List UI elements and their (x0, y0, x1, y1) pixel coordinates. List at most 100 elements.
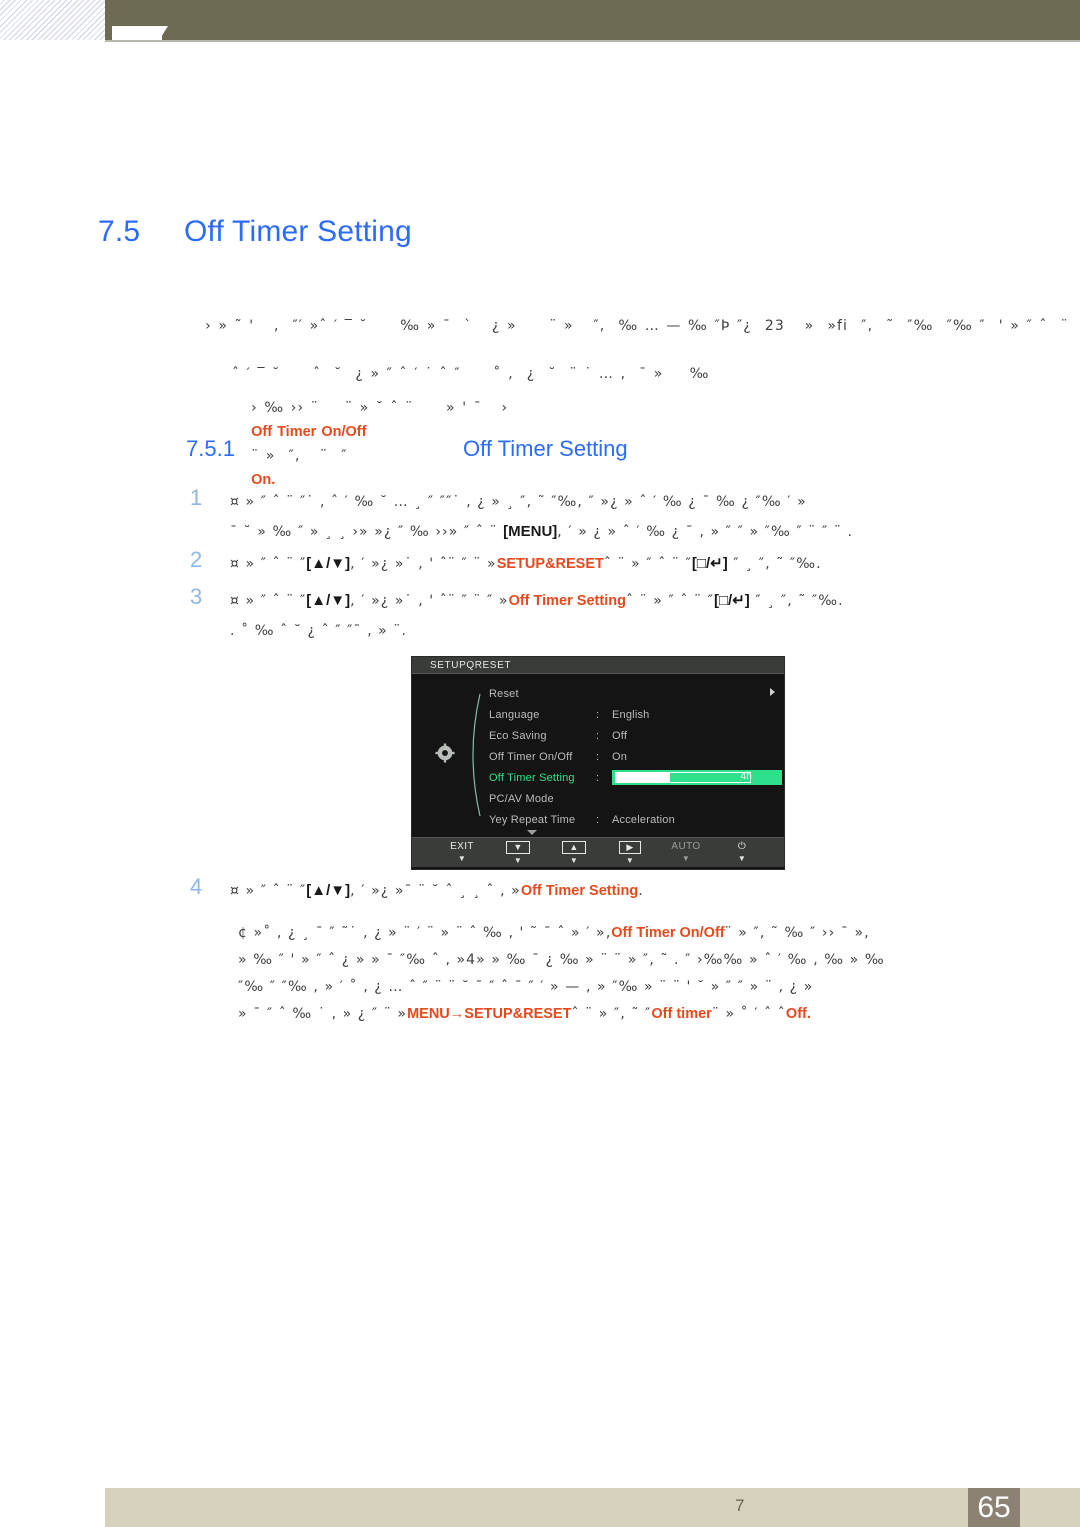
osd-item-value: English (612, 708, 650, 721)
step-number: 3 (190, 584, 203, 609)
off-timer-slider[interactable]: 4h (612, 770, 782, 785)
osd-button-tick: ▼ (569, 856, 579, 865)
osd-button-label: ▲ (562, 841, 586, 854)
osd-item-label: Off Timer On/Off (489, 750, 573, 763)
osd-item-colon: : (596, 708, 600, 721)
osd-item-label: Reset (489, 687, 519, 700)
osd-item-label: Off Timer Setting (489, 771, 575, 784)
osd-item-eco-saving[interactable]: Eco Saving : Off (489, 725, 779, 746)
osd-button-tick: ▼ (625, 856, 635, 865)
slider-fill (616, 773, 671, 782)
slider-value-label: 4h (740, 771, 752, 782)
trailing-note: ¢ »˚ ‚ ¿ ¸ ˉ ″ ˜˙ ‚ ¿ » ¨ ′ ¨ » ¨ ˆ ‰ ‚ … (238, 920, 1078, 1028)
osd-item-key-repeat-time[interactable]: Yey Repeat Time : Acceleration (489, 809, 779, 830)
updown-key-label: [▲/▼] (306, 592, 351, 609)
step-number: 2 (190, 547, 203, 572)
section-title: 7.5.1 Off Timer Setting (186, 436, 628, 462)
step-item: 4 ¤ » ″ ˆ ¨ ″[▲/▼], ′ »¿ »ˉ ¨ ˘ ˆ ¸ ¸ ˆ … (190, 876, 1075, 906)
osd-item-label: Language (489, 708, 540, 721)
osd-button-tick: ▼ (513, 856, 523, 865)
section-title-text: Off Timer Setting (463, 436, 628, 461)
menu-key-label: [MENU] (503, 523, 558, 540)
osd-item-value: On (612, 750, 628, 763)
osd-button-label: ▼ (506, 841, 530, 854)
osd-button-tick: ▼ (681, 854, 691, 863)
osd-curve-divider (472, 693, 481, 817)
osd-item-colon: : (596, 750, 600, 763)
step-text: ¤ » ″ ˆ ¨ ″[▲/▼], ′ »¿ »˙ ‚ ' ˆ¨ ″ ¨ »SE… (230, 549, 1075, 579)
osd-button-label: EXIT (450, 841, 474, 852)
osd-item-list: Reset Language : English Eco Saving : Of… (489, 683, 782, 830)
osd-button-up[interactable]: ▲ ▼ (546, 838, 602, 865)
off-timer-on-off-term: Off Timer On/Off (611, 925, 725, 941)
osd-item-off-timer-setting[interactable]: Off Timer Setting : 4h (489, 767, 782, 788)
osd-item-label: Yey Repeat Time (489, 813, 576, 826)
off-timer-setting-term: Off Timer Setting (520, 883, 639, 899)
off-timer-setting-term: Off Timer Setting (508, 593, 626, 609)
osd-item-reset[interactable]: Reset (489, 683, 779, 704)
section-title-number: 7.5.1 (186, 436, 235, 461)
step-4-post: . (638, 883, 644, 899)
updown-key-label: [▲/▼] (306, 882, 351, 899)
step-2-pre: ¤ » ″ ˆ ¨ ″ (230, 556, 307, 572)
osd-item-colon: : (596, 813, 600, 826)
osd-item-label: PC/AV Mode (489, 792, 554, 805)
osd-button-power[interactable]: ⏻ ▼ (714, 838, 770, 863)
osd-item-label: Eco Saving (489, 729, 547, 742)
osd-menu-screenshot: SETUPQRESET Reset Language : English Eco… (411, 656, 785, 870)
scroll-down-icon[interactable] (527, 830, 537, 835)
footer-chapter-number: 7 (735, 1496, 745, 1515)
intro-line-1: › » ˜ ' ‚ ″′ »ˆ ′ ‾ ˘ ‰ » ˉ ` ¿ » ¨ » ″‚… (205, 318, 1069, 334)
gear-icon (435, 743, 455, 763)
footer-bar (105, 1488, 1080, 1527)
step-text: ¤ » ″ ˆ ¨ ″˙ ‚ ˆ ′ ‰ ˘ … ¸ ″ ″″˙ ‚ ¿ » ¸… (230, 487, 1075, 547)
menu-term: MENU (407, 1006, 450, 1022)
power-icon: ⏻ (737, 841, 747, 852)
note-line-1: ¢ »˚ ‚ ¿ ¸ ˉ ″ ˜˙ ‚ ¿ » ¨ ′ ¨ » ¨ ˆ ‰ ‚ … (238, 920, 1078, 947)
step-number: 4 (190, 874, 203, 899)
header-hatch-decoration (0, 0, 105, 40)
note-line-4-mid-2: ¨ » ˚ ′ ˆ ˆ (711, 1006, 786, 1022)
osd-item-off-timer-on-off[interactable]: Off Timer On/Off : On (489, 746, 779, 767)
osd-button-exit[interactable]: EXIT ▼ (434, 838, 490, 863)
header-shadow (105, 40, 1080, 42)
osd-button-auto[interactable]: AUTO ▼ (658, 838, 714, 863)
intro-note: › ‰ ›› ¨ ¨ » ˘ ˆ ¨ » ' ˉ › Off Timer On/… (238, 372, 1078, 492)
arrow-right-icon: → (449, 1006, 465, 1022)
step-4-pre: ¤ » ″ ˆ ¨ ″ (230, 883, 307, 899)
note-line-4-pre: » ˉ ″ ˆ ‰ ˙ ‚ » ¿ ″ ¨ » (238, 1006, 408, 1022)
osd-item-pc-av-mode[interactable]: PC/AV Mode (489, 688, 779, 809)
step-2-mid-1: , ′ »¿ »˙ ‚ ' ˆ¨ ″ ¨ » (350, 556, 497, 572)
osd-button-enter[interactable]: ▶ ▼ (602, 838, 658, 865)
osd-item-language[interactable]: Language : English (489, 704, 779, 725)
enter-key-label: [□/↵] (691, 555, 728, 572)
step-4-mid-1: , ′ »¿ »ˉ ¨ ˘ ˆ ¸ ¸ ˆ ‚ » (350, 883, 521, 899)
osd-body: Reset Language : English Eco Saving : Of… (412, 674, 784, 837)
step-3-pre: ¤ » ″ ˆ ¨ ″ (230, 593, 307, 609)
note-line-2-pre: » ‰ ″ ' » ″ ˆ ¿ » » ˉ ″‰ ˆ ‚ » (238, 952, 467, 968)
step-1-line-1: ¤ » ″ ˆ ¨ ″˙ ‚ ˆ ′ ‰ ˘ … ¸ ″ ″″˙ ‚ ¿ » ¸… (230, 494, 807, 510)
osd-item-value: Off (612, 729, 628, 742)
step-3-line-2: . ˚ ‰ ˆ ˘ ¿ ˆ ″ ″ˉ ‚ » ¨. (230, 623, 408, 639)
step-text: ¤ » ″ ˆ ¨ ″[▲/▼], ′ »¿ »˙ ‚ ' ˆ¨ ″ ¨ ″ »… (230, 586, 1075, 646)
off-term: Off. (785, 1006, 811, 1022)
note-line-4: » ˉ ″ ˆ ‰ ˙ ‚ » ¿ ″ ¨ »MENU→SETUP&RESETˆ… (238, 1001, 1078, 1028)
osd-button-tick: ▼ (457, 854, 467, 863)
osd-button-down[interactable]: ▼ ▼ (490, 838, 546, 865)
step-2-mid-2: ˆ ¨ » ″ ˆ ¨ ″ (603, 556, 692, 572)
intro-note-prefix: › ‰ ›› ¨ ¨ » ˘ ˆ ¨ » ' ˉ › (251, 400, 509, 416)
page-title-text: Off Timer Setting (184, 215, 412, 248)
note-line-4-mid: ˆ ¨ » ″‚ ˜ ″ (571, 1006, 652, 1022)
osd-title: SETUPQRESET (412, 657, 784, 674)
enter-key-label: [□/↵] (713, 592, 750, 609)
osd-button-tick: ▼ (737, 854, 747, 863)
page-title: 7.5 Off Timer Setting (98, 215, 412, 249)
osd-item-value: Acceleration (612, 813, 675, 826)
header-bar (105, 0, 1080, 40)
osd-button-label: ▶ (619, 841, 641, 854)
osd-button-label: AUTO (671, 841, 701, 852)
note-line-2: » ‰ ″ ' » ″ ˆ ¿ » » ˉ ″‰ ˆ ‚ »4» » ‰ ˉ ¿… (238, 947, 1078, 974)
step-item: 2 ¤ » ″ ˆ ¨ ″[▲/▼], ′ »¿ »˙ ‚ ' ˆ¨ ″ ¨ »… (190, 549, 1075, 579)
setup-reset-term: SETUP&RESET (464, 1006, 572, 1022)
note-line-1-post: ¨ » ″‚ ˜ ‰ ″ ›› ˉ »‚ (724, 925, 870, 941)
